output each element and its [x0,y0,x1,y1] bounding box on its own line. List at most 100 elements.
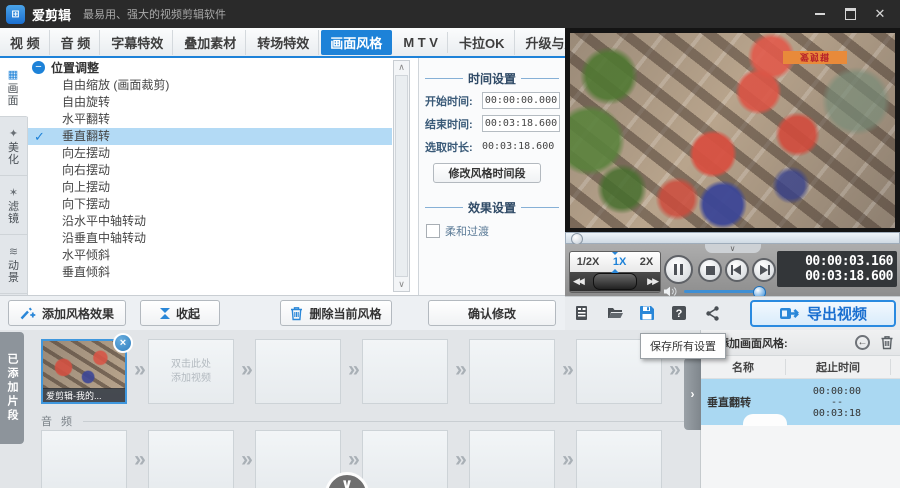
clip-slot-4[interactable] [362,339,448,404]
jog-forward-icon[interactable]: ▶▶ [647,276,659,287]
current-time: 00:00:03.160 [805,254,893,269]
add-style-button[interactable]: 添加风格效果 [8,300,126,326]
added-styles-panel: › 已添加画面风格: ← 名称 起止时间 垂直翻转 00:00:00 -- 00… [684,330,900,488]
start-time-input[interactable]: 00:00:00.000 [482,92,560,109]
list-item[interactable]: 向右摆动 [28,162,392,179]
close-button[interactable]: ✕ [872,6,888,21]
menu-transition-effects[interactable]: 转场特效 [248,29,320,55]
speed-half[interactable]: 1/2X [577,256,600,268]
next-frame-button[interactable] [752,258,776,282]
duration-value: 00:03:18.600 [482,141,555,152]
list-item[interactable]: 水平翻转 [28,111,392,128]
clip-slot-2-add[interactable]: 双击此处 添加视频 [148,339,234,404]
chevron-double-icon: » [134,358,146,381]
pause-button[interactable] [664,255,693,284]
title-bar: ⊞ 爱剪辑 最易用、强大的视频剪辑软件 ✕ [0,0,900,28]
menu-overlay-material[interactable]: 叠加素材 [175,29,247,55]
style-workspace: ▦ 画面 ✦ 美化 ✶ 滤镜 ≋ 动景 − 位置调整 自由缩放 (画面裁剪) 自… [0,58,565,330]
list-item[interactable]: 向上摆动 [28,179,392,196]
list-item[interactable]: 向左摆动 [28,145,392,162]
minimize-button[interactable] [812,7,828,21]
volume-slider[interactable] [684,286,766,299]
row-notch [743,414,787,426]
waves-icon: ≋ [8,245,19,258]
menu-audio[interactable]: 音 频 [52,29,101,55]
save-settings-icon[interactable] [638,304,656,322]
speed-marker-icon [611,269,619,273]
stop-button[interactable] [698,258,722,282]
scroll-up-icon[interactable]: ∧ [394,61,409,74]
list-item[interactable]: 垂直倾斜 [28,264,392,281]
list-item[interactable]: 沿水平中轴转动 [28,213,392,230]
seek-bar[interactable] [565,232,900,245]
menu-karaoke[interactable]: 卡拉OK [450,29,515,55]
confirm-changes-button[interactable]: 确认修改 [428,300,556,326]
menu-subtitle-effects[interactable]: 字幕特效 [102,29,174,55]
speed-1x[interactable]: 1X [613,256,626,268]
audio-track-header: 音 频 [41,414,689,428]
video-frame[interactable]: 爱剪辑 [570,33,895,228]
maximize-button[interactable] [842,7,858,21]
audio-slot-2[interactable] [148,430,234,488]
menu-mtv[interactable]: M T V [394,31,448,53]
tab-motion[interactable]: ≋ 动景 [0,235,27,294]
scroll-down-icon[interactable]: ∨ [394,278,409,291]
back-arrow-icon[interactable]: ← [855,335,870,350]
jog-back-icon[interactable]: ◀◀ [573,276,585,287]
speed-2x[interactable]: 2X [640,256,653,268]
tab-picture[interactable]: ▦ 画面 [0,58,28,117]
controls-collapse-tab[interactable]: ∨ [704,244,761,253]
panel-expand-tab[interactable]: › [684,358,701,430]
list-group-position-adjust[interactable]: − 位置调整 [28,58,392,77]
video-file-icon[interactable] [573,304,591,322]
share-icon[interactable] [703,304,721,322]
time-settings-title: 时间设置 [468,71,517,86]
help-icon[interactable]: ? [670,304,688,322]
menu-picture-style[interactable]: 画面风格 [321,29,393,55]
clip-slot-1[interactable]: 爱剪辑-我的... × [41,333,133,404]
menu-video[interactable]: 视 频 [1,29,50,55]
collapse-list-button[interactable]: 收起 [140,300,220,326]
style-row-selected[interactable]: 垂直翻转 00:00:00 -- 00:03:18 [701,379,900,426]
added-clips-tab[interactable]: 已添加片段 [0,332,24,444]
soft-transition-label: 柔和过渡 [445,226,489,238]
audio-slot-5[interactable] [469,430,555,488]
column-name: 名称 [701,359,786,375]
tab-beautify[interactable]: ✦ 美化 [0,117,27,176]
list-item[interactable]: 沿垂直中轴转动 [28,230,392,247]
previous-frame-button[interactable] [725,258,749,282]
clip-slot-3[interactable] [255,339,341,404]
jog-thumb[interactable] [593,273,637,290]
speed-marker-icon [611,252,619,255]
list-item-selected[interactable]: ✓ 垂直翻转 [28,128,392,145]
stop-icon [705,265,715,275]
remove-clip-icon[interactable]: × [113,333,133,353]
list-item[interactable]: 自由缩放 (画面裁剪) [28,77,392,94]
style-effect-list: − 位置调整 自由缩放 (画面裁剪) 自由旋转 水平翻转 ✓ 垂直翻转 向左摆动… [28,58,392,295]
audio-slot-4[interactable] [362,430,448,488]
list-item[interactable]: 自由旋转 [28,94,392,111]
playback-controls: ∨ 1/2X 1X 2X ◀◀ ▶▶ 00:00:03.160 00:03:18… [565,244,900,299]
chevron-double-icon: » [562,448,574,471]
soft-transition-checkbox[interactable] [426,224,440,238]
delete-current-style-button[interactable]: 删除当前风格 [280,300,392,326]
modify-time-range-button[interactable]: 修改风格时间段 [433,163,541,183]
open-folder-icon[interactable] [606,304,624,322]
audio-slot-6[interactable] [576,430,662,488]
export-video-button[interactable]: 导出视频 [750,300,896,327]
end-time-input[interactable]: 00:03:18.600 [482,115,560,132]
clip-name: 爱剪辑-我的... [43,388,125,402]
main-menu: 视 频 音 频 字幕特效 叠加素材 转场特效 画面风格 M T V 卡拉OK 升… [0,28,591,58]
jog-control: ◀◀ ▶▶ [570,272,660,291]
scroll-thumb[interactable] [395,75,408,277]
app-tagline: 最易用、强大的视频剪辑软件 [83,9,227,21]
list-item[interactable]: 水平倾斜 [28,247,392,264]
audio-slot-3[interactable] [255,430,341,488]
tab-filter[interactable]: ✶ 滤镜 [0,176,27,235]
list-scrollbar[interactable]: ∧ ∨ [393,60,410,292]
export-icon [779,308,799,319]
audio-slot-1[interactable] [41,430,127,488]
list-item[interactable]: 向下摆动 [28,196,392,213]
panel-trash-icon[interactable] [880,335,894,350]
clip-slot-5[interactable] [469,339,555,404]
